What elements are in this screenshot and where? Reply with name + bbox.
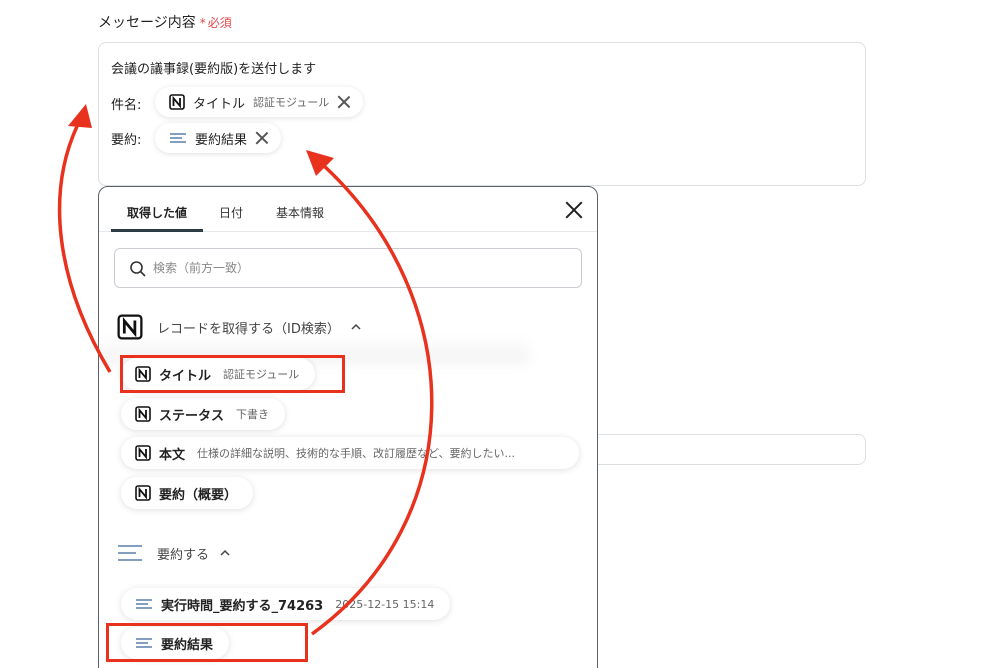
required-text: 必須: [207, 16, 232, 30]
tab-acquired-values[interactable]: 取得した値: [127, 204, 187, 221]
background-input[interactable]: [588, 434, 866, 465]
field-label: メッセージ内容 * 必須: [98, 12, 232, 32]
tab-date[interactable]: 日付: [219, 204, 243, 221]
notion-icon: [169, 94, 185, 110]
item-sub: 仕様の詳細な説明、技術的な手順、改訂履歴など、要約したい...: [197, 447, 515, 460]
item-main: 要約（概要）: [159, 487, 238, 503]
text-lines-icon: [136, 599, 152, 609]
chevron-up-icon: [220, 549, 230, 556]
group-header-summarize[interactable]: 要約する: [117, 543, 231, 563]
text-lines-icon: [170, 133, 186, 143]
notion-icon: [135, 485, 151, 501]
remove-icon[interactable]: [255, 131, 269, 145]
variable-item[interactable]: 実行時間_要約する_74263 2025-12-15 15:14: [121, 588, 451, 620]
message-line: 会議の議事録(要約版)を送付します: [111, 62, 317, 77]
chevron-up-icon: [351, 323, 361, 330]
variable-item[interactable]: ステータス 下書き: [121, 398, 286, 430]
message-input[interactable]: 会議の議事録(要約版)を送付します 件名: 要約: タイトル 認証モジュール 要…: [98, 42, 866, 186]
arrowhead-subject: [68, 104, 92, 128]
summary-label: 要約:: [111, 133, 142, 148]
highlight-box-summary: [106, 623, 308, 662]
variable-item[interactable]: 要約（概要）: [121, 477, 254, 509]
item-main: ステータス: [159, 408, 225, 424]
tab-basic-info[interactable]: 基本情報: [276, 204, 324, 221]
text-lines-icon: [118, 545, 142, 561]
group-label: レコードを取得する（ID検索）: [157, 321, 340, 337]
tab-bar: 取得した値 日付 基本情報: [99, 187, 597, 232]
item-sub: 下書き: [236, 408, 270, 421]
variable-picker-panel: 取得した値 日付 基本情報 レコードを取得する（ID検索） タイトル 認証モジュ…: [98, 186, 598, 668]
active-tab-indicator: [111, 229, 203, 232]
chip-main: 要約結果: [195, 132, 248, 148]
notion-icon: [135, 406, 151, 422]
search-icon: [130, 261, 146, 277]
subject-label: 件名:: [111, 98, 142, 113]
remove-icon[interactable]: [337, 95, 351, 109]
chip-sub: 認証モジュール: [253, 96, 330, 109]
highlight-box-title: [120, 355, 345, 393]
summary-variable-chip[interactable]: 要約結果: [155, 123, 282, 153]
notion-icon: [135, 445, 151, 461]
subject-variable-chip[interactable]: タイトル 認証モジュール: [155, 87, 364, 117]
item-main: 実行時間_要約する_74263: [161, 598, 324, 614]
search-input[interactable]: [153, 257, 553, 279]
close-icon[interactable]: [565, 201, 583, 219]
chip-main: タイトル: [193, 96, 246, 112]
item-sub: 2025-12-15 15:14: [335, 597, 435, 611]
required-mark: *: [199, 16, 206, 30]
group-label: 要約する: [157, 547, 210, 563]
item-main: 本文: [159, 447, 186, 463]
field-label-text: メッセージ内容: [98, 15, 196, 31]
variable-item[interactable]: 本文 仕様の詳細な説明、技術的な手順、改訂履歴など、要約したい...: [121, 437, 579, 469]
search-box[interactable]: [114, 248, 582, 288]
